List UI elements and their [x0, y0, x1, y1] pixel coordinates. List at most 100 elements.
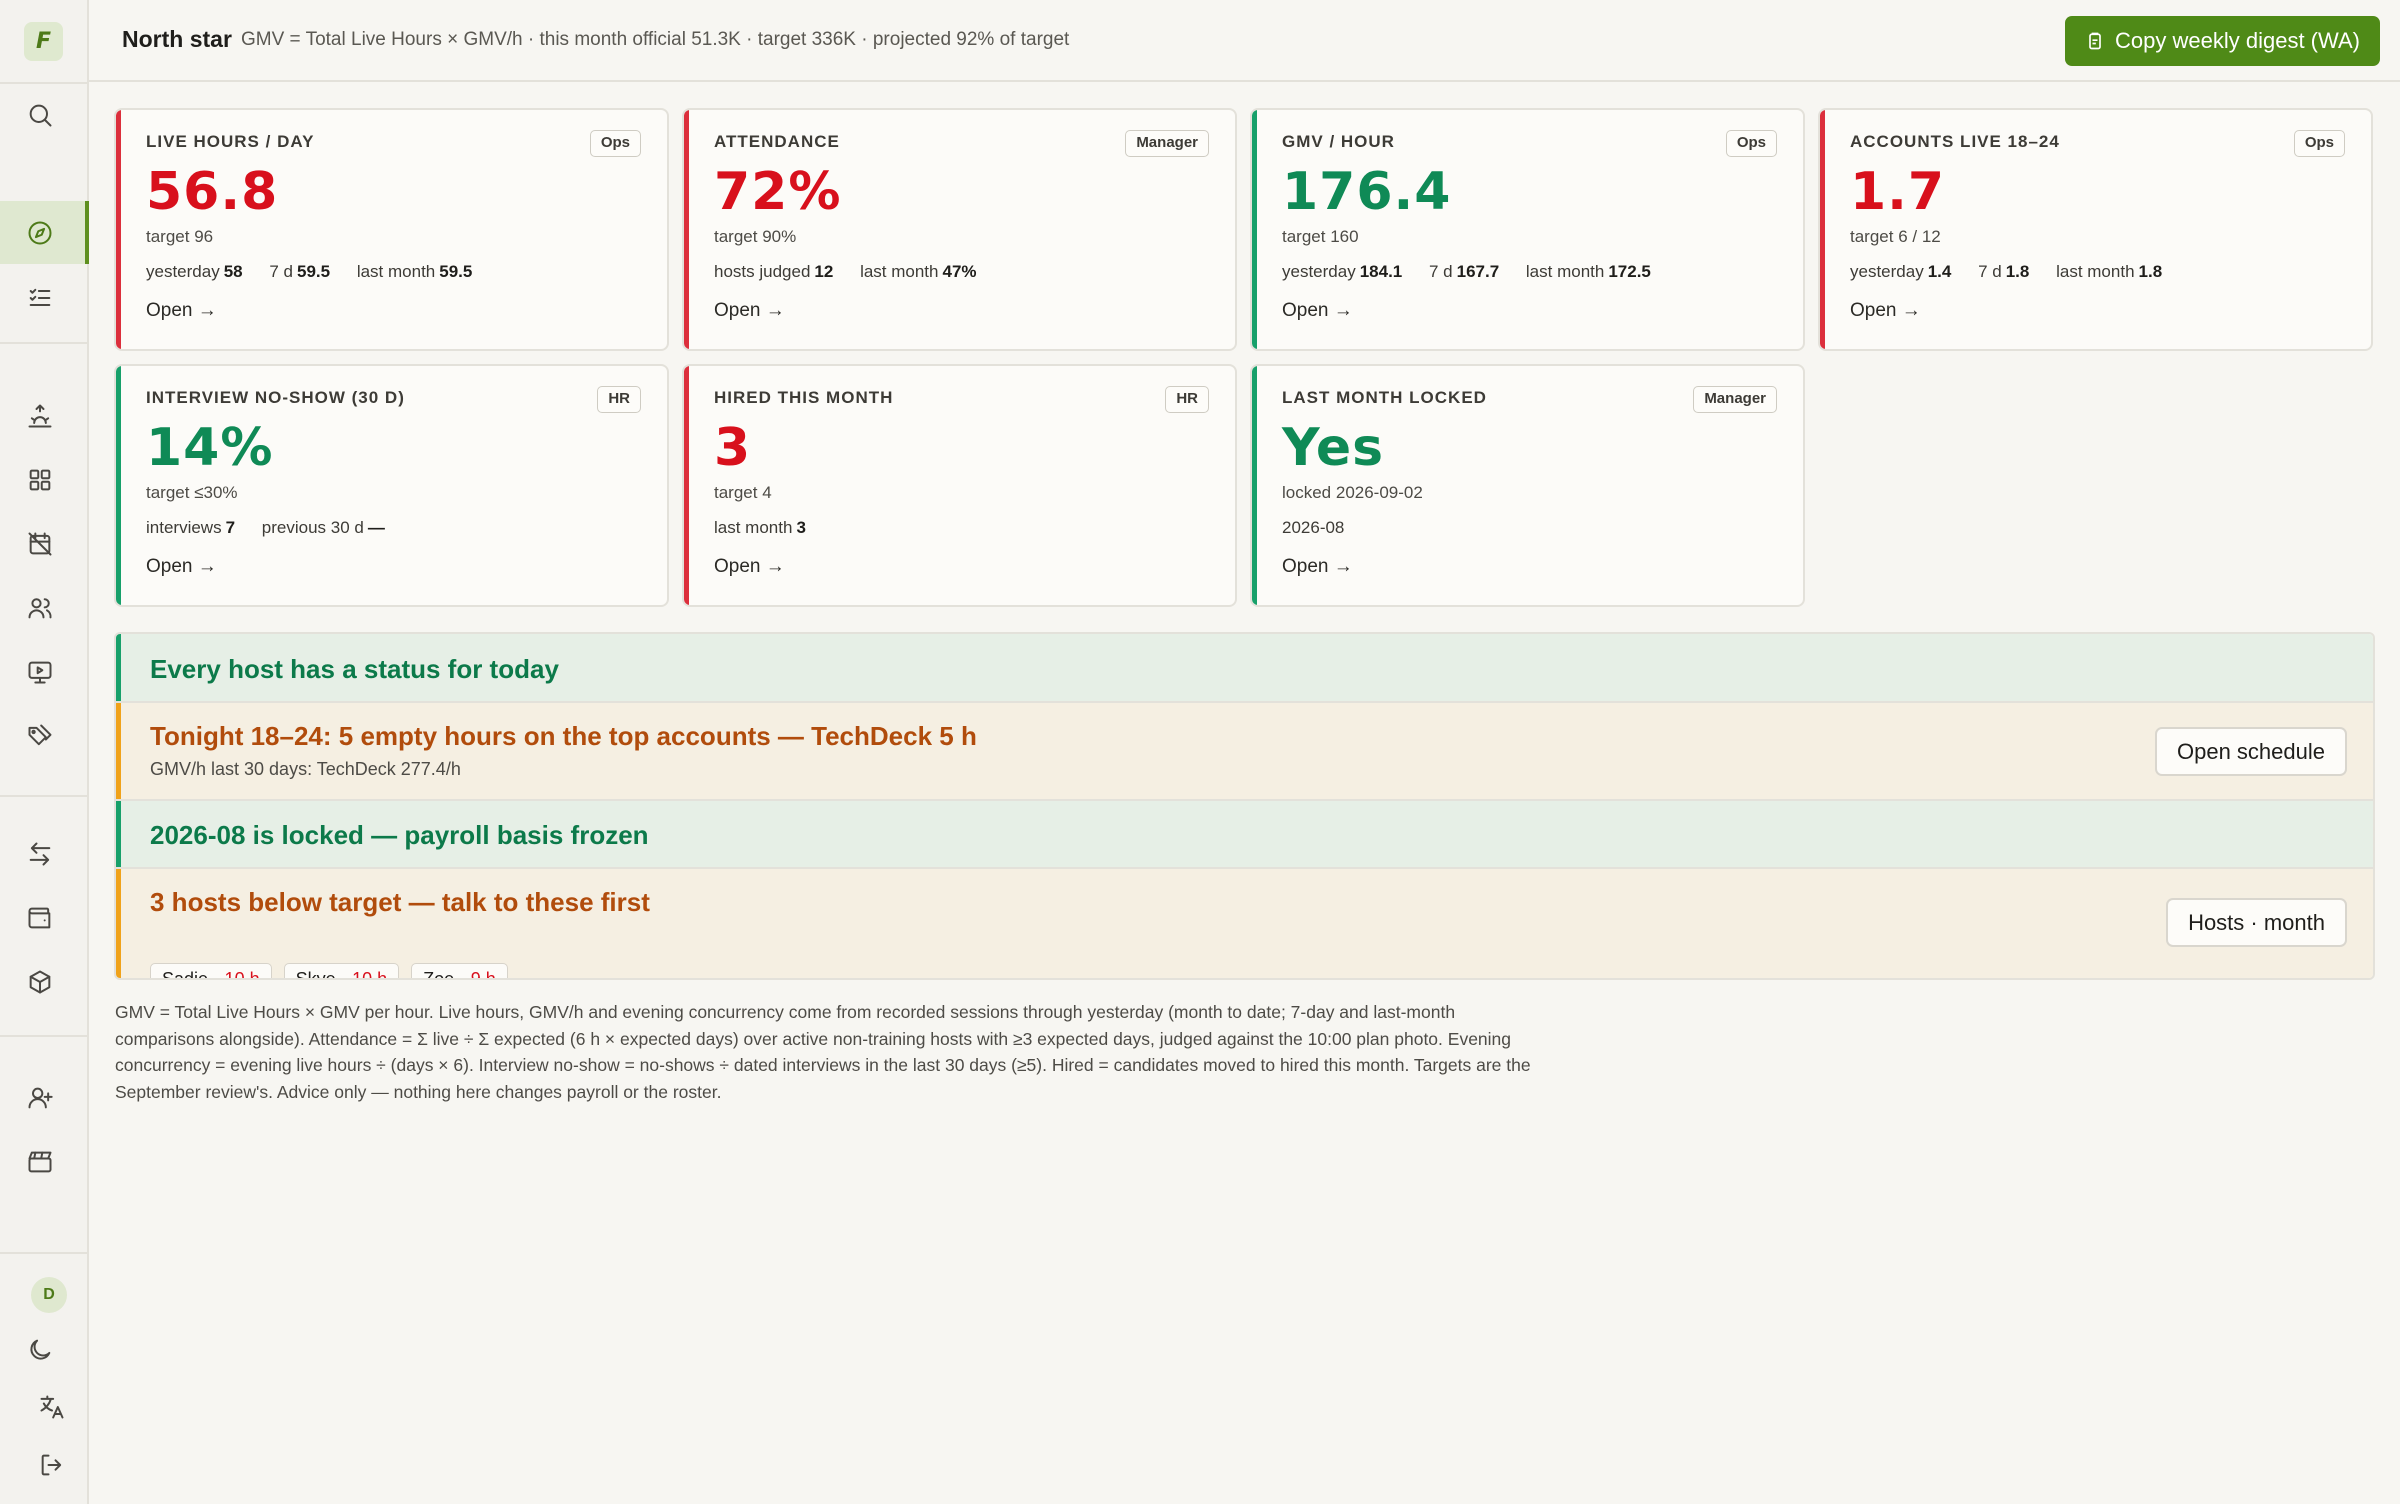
meta-value: 59.5 [439, 262, 473, 281]
meta-label: last month [356, 262, 436, 281]
kpi-card-last-month-locked[interactable]: LAST MONTH LOCKED Manager Yes locked 202… [1250, 364, 1805, 607]
sidebar: F D [0, 0, 89, 1504]
card-label: LIVE HOURS / DAY [146, 132, 315, 151]
moon-icon[interactable] [23, 1333, 57, 1367]
open-link[interactable]: Open → [1282, 300, 1353, 322]
avatar[interactable]: D [31, 1277, 67, 1313]
grid-icon[interactable] [23, 463, 57, 497]
page-subtitle: GMV = Total Live Hours × GMV/h · this mo… [241, 29, 1070, 50]
tags-icon[interactable] [23, 719, 57, 753]
host-chip[interactable]: Skye −10 h [283, 963, 400, 980]
card-target: target 4 [714, 483, 772, 502]
box-icon[interactable] [23, 965, 57, 999]
host-chip[interactable]: Sadie −10 h [150, 963, 272, 980]
host-delta: −10 h [214, 969, 260, 980]
meta-value: 1.4 [1927, 262, 1952, 281]
open-link[interactable]: Open → [714, 556, 785, 578]
hosts-month-button[interactable]: Hosts · month [2166, 898, 2347, 947]
card-value: 56.8 [146, 162, 279, 222]
compass-icon[interactable] [23, 216, 57, 250]
alert-status-ok: Every host has a status for today [116, 634, 2373, 703]
open-link[interactable]: Open → [146, 300, 217, 322]
card-meta: hosts judged 12 last month 47% [714, 262, 999, 282]
wallet-icon[interactable] [23, 901, 57, 935]
meta-value: 47% [942, 262, 977, 281]
meta-value: 59.5 [297, 262, 331, 281]
alert-title: Tonight 18–24: 5 empty hours on the top … [150, 721, 977, 751]
card-target: target 160 [1282, 227, 1359, 246]
card-value: Yes [1282, 418, 1385, 478]
video-icon[interactable] [23, 655, 57, 689]
copy-weekly-digest-button[interactable]: Copy weekly digest (WA) [2065, 16, 2380, 66]
host-name: Sadie [162, 969, 209, 980]
host-name: Zoe [423, 969, 455, 980]
meta-label: interviews [146, 518, 222, 537]
calendar-off-icon[interactable] [23, 527, 57, 561]
meta-value: 3 [796, 518, 806, 537]
card-label: LAST MONTH LOCKED [1282, 388, 1487, 407]
card-meta: interviews 7 previous 30 d — [146, 518, 407, 538]
kpi-card-live-hours[interactable]: LIVE HOURS / DAY Ops 56.8 target 96 yest… [114, 108, 669, 351]
open-schedule-button[interactable]: Open schedule [2155, 727, 2347, 776]
card-value: 72% [714, 162, 842, 222]
card-value: 1.7 [1850, 162, 1946, 222]
kpi-card-attendance[interactable]: ATTENDANCE Manager 72% target 90% hosts … [682, 108, 1237, 351]
meta-value: 1.8 [2138, 262, 2163, 281]
transfer-icon[interactable] [23, 837, 57, 871]
kpi-card-interview-no-show[interactable]: INTERVIEW NO-SHOW (30 D) HR 14% target ≤… [114, 364, 669, 607]
card-target: locked 2026-09-02 [1282, 483, 1423, 502]
open-link[interactable]: Open → [1850, 300, 1921, 322]
meta-value: 58 [223, 262, 243, 281]
card-meta: last month 3 [714, 518, 828, 538]
alert-subtitle: GMV/h last 30 days: TechDeck 277.4/h [150, 759, 461, 779]
kpi-card-hired[interactable]: HIRED THIS MONTH HR 3 target 4 last mont… [682, 364, 1237, 607]
card-meta: 2026-08 [1282, 518, 1345, 537]
meta-label: previous 30 d [261, 518, 364, 537]
app-logo[interactable]: F [24, 22, 63, 61]
page-title: North star [122, 26, 232, 52]
alert-month-locked: 2026-08 is locked — payroll basis frozen [116, 801, 2373, 869]
open-link[interactable]: Open → [146, 556, 217, 578]
owner-badge: Ops [2293, 130, 2345, 157]
open-link[interactable]: Open → [1282, 556, 1353, 578]
alert-empty-hours: Tonight 18–24: 5 empty hours on the top … [116, 703, 2373, 801]
owner-badge: Manager [1125, 130, 1209, 157]
host-chips: Sadie −10 h Skye −10 h Zoe −9 h [150, 963, 508, 980]
meta-label: 7 d [1428, 262, 1453, 281]
meta-value: 1.8 [2005, 262, 2030, 281]
meta-label: last month [2056, 262, 2135, 281]
copy-weekly-digest-label: Copy weekly digest (WA) [2115, 28, 2360, 53]
card-meta: yesterday 1.4 7 d 1.8 last month 1.8 [1850, 262, 2184, 282]
card-value: 176.4 [1282, 162, 1452, 222]
checklist-icon[interactable] [23, 281, 57, 315]
translate-icon[interactable] [35, 1390, 69, 1424]
open-link[interactable]: Open → [714, 300, 785, 322]
host-chip[interactable]: Zoe −9 h [411, 963, 508, 980]
card-meta: yesterday 184.1 7 d 167.7 last month 172.5 [1282, 262, 1673, 282]
clipboard-icon [2089, 32, 2101, 50]
owner-badge: Ops [1725, 130, 1777, 157]
card-label: GMV / HOUR [1282, 132, 1395, 151]
meta-label: last month [1525, 262, 1605, 281]
sunrise-icon[interactable] [23, 399, 57, 433]
alert-title: Every host has a status for today [150, 654, 559, 684]
card-target: target 96 [146, 227, 214, 246]
meta-value: 7 [225, 518, 236, 537]
meta-label: hosts judged [714, 262, 811, 281]
methodology-footnote: GMV = Total Live Hours × GMV per hour. L… [115, 1002, 1531, 1102]
kpi-card-accounts-live[interactable]: ACCOUNTS LIVE 18–24 Ops 1.7 target 6 / 1… [1818, 108, 2373, 351]
host-delta: −9 h [460, 969, 496, 980]
meta-label: yesterday [1282, 262, 1356, 281]
logout-icon[interactable] [35, 1448, 69, 1482]
sidebar-divider [0, 1035, 89, 1037]
host-name: Skye [295, 969, 336, 980]
clapperboard-icon[interactable] [23, 1145, 57, 1179]
users-icon[interactable] [23, 591, 57, 625]
user-plus-icon[interactable] [23, 1081, 57, 1115]
kpi-card-gmv-hour[interactable]: GMV / HOUR Ops 176.4 target 160 yesterda… [1250, 108, 1805, 351]
meta-value: — [367, 518, 385, 537]
meta-label: yesterday [1850, 262, 1924, 281]
card-value: 3 [714, 418, 752, 478]
search-icon[interactable] [23, 98, 57, 132]
sidebar-divider [0, 1252, 89, 1254]
